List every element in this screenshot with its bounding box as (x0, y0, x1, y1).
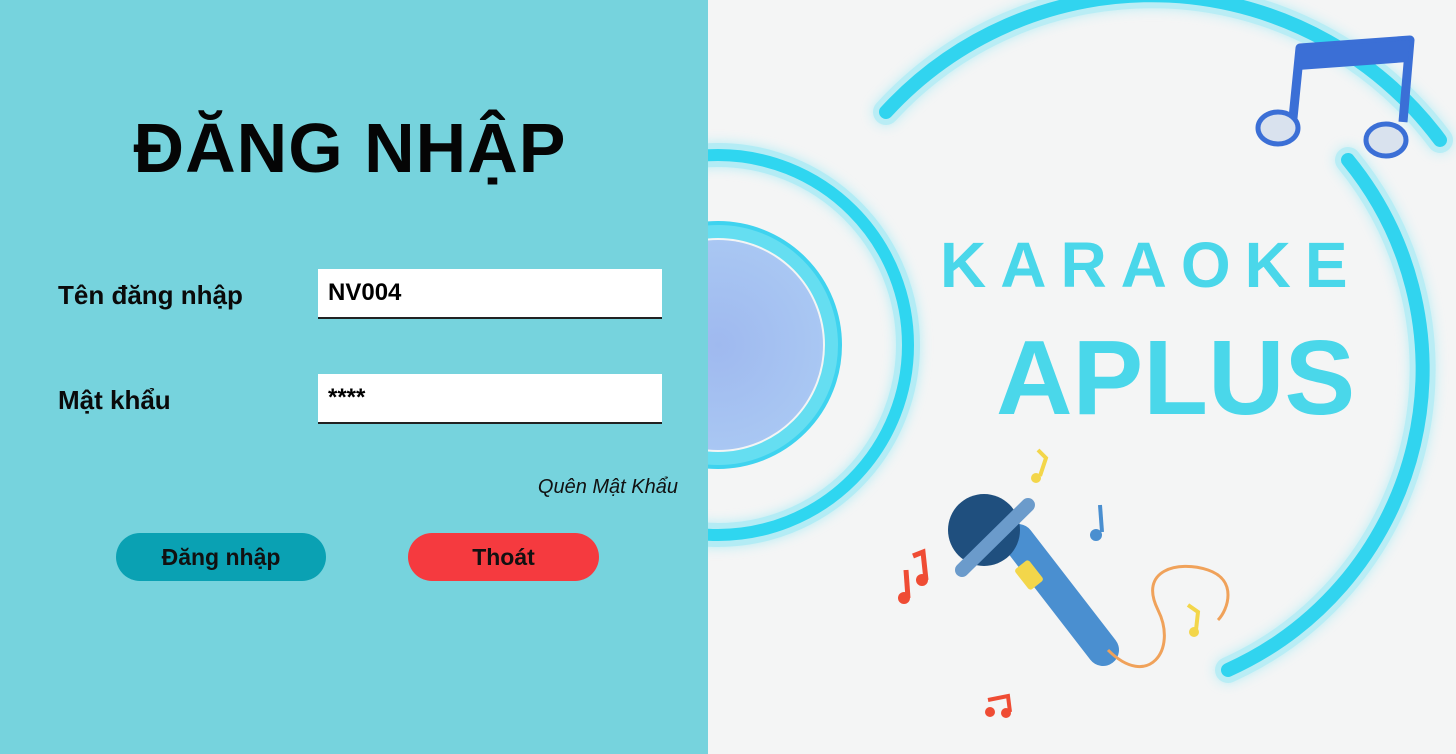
login-panel: ĐĂNG NHẬP Tên đăng nhập Mật khẩu Quên Mậ… (0, 0, 708, 754)
page-title: ĐĂNG NHẬP (133, 109, 567, 187)
brand-panel: KARAOKE APLUS (708, 0, 1456, 754)
brand-line-1: KARAOKE (940, 229, 1362, 301)
brand-line-2: APLUS (996, 319, 1356, 437)
password-label: Mật khẩu (58, 385, 171, 415)
username-label: Tên đăng nhập (58, 280, 243, 310)
microphone-icon (948, 494, 1230, 669)
login-window: ĐĂNG NHẬP Tên đăng nhập Mật khẩu Quên Mậ… (0, 0, 1456, 754)
login-button[interactable]: Đăng nhập (116, 533, 326, 581)
username-input[interactable] (318, 269, 662, 319)
disc-graphic (708, 143, 920, 547)
forgot-password-link[interactable]: Quên Mật Khẩu (538, 476, 678, 499)
exit-button[interactable]: Thoát (408, 533, 599, 581)
password-input[interactable] (318, 374, 662, 424)
